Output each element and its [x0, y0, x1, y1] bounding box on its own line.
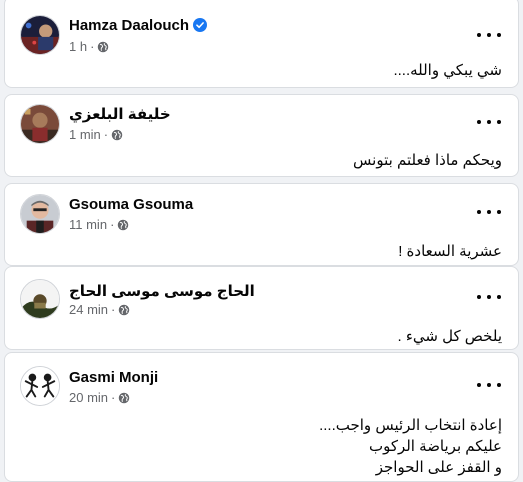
comment-author[interactable]: خليفة البلعزي — [69, 105, 171, 123]
avatar-photo — [21, 105, 59, 143]
more-options-icon[interactable] — [477, 207, 501, 217]
globe-icon — [111, 129, 123, 140]
comment-author[interactable]: الحاج موسى موسى الحاج — [69, 282, 255, 300]
more-options-icon[interactable] — [477, 117, 501, 127]
comment-card: خليفة البلعزي 1 min · ويحكم ماذا فعلتم ب… — [4, 94, 519, 177]
comment-author[interactable]: Gsouma Gsouma — [69, 196, 193, 213]
more-options-icon[interactable] — [477, 380, 501, 390]
more-options-icon[interactable] — [477, 292, 501, 302]
globe-icon — [98, 41, 109, 52]
verified-badge-icon — [193, 18, 208, 32]
comment-meta: 20 min · — [69, 390, 130, 405]
comment-meta: 24 min · — [69, 302, 130, 317]
comment-meta: 1 h · — [69, 39, 109, 54]
avatar[interactable] — [20, 366, 60, 406]
timestamp[interactable]: 11 min — [69, 217, 107, 232]
comment-card: Gsouma Gsouma 11 min · عشرية السعادة ! — [4, 183, 519, 266]
comment-meta: 1 min · — [69, 127, 123, 142]
comment-text: ويحكم ماذا فعلتم بتونس — [353, 152, 502, 169]
avatar-photo — [21, 280, 59, 318]
avatar-photo — [21, 195, 59, 233]
avatar[interactable] — [20, 279, 60, 319]
avatar[interactable] — [20, 194, 60, 234]
avatar-photo — [21, 16, 59, 54]
more-options-icon[interactable] — [477, 30, 501, 40]
meta-separator: · — [103, 127, 109, 142]
comment-author[interactable]: Hamza Daalouch — [69, 17, 208, 34]
comment-meta: 11 min · — [69, 217, 129, 232]
comment-card: الحاج موسى موسى الحاج 24 min · يلخص كل ش… — [4, 266, 519, 350]
avatar[interactable] — [20, 104, 60, 144]
comment-text: إعادة انتخاب الرئيس واجب.... عليكم برياض… — [319, 417, 502, 476]
timestamp[interactable]: 1 h — [69, 39, 87, 54]
comment-text: عشرية السعادة ! — [398, 243, 502, 260]
comment-text: شي يبكي والله.... — [393, 62, 502, 79]
comment-card: Gasmi Monji 20 min · إعادة انتخاب الرئيس… — [4, 352, 519, 482]
timestamp[interactable]: 20 min — [69, 390, 108, 405]
timestamp[interactable]: 1 min — [69, 127, 101, 142]
globe-icon — [118, 219, 129, 230]
meta-separator: · — [90, 39, 95, 54]
meta-separator: · — [110, 217, 115, 232]
meta-separator: · — [111, 390, 116, 405]
author-name[interactable]: Hamza Daalouch — [69, 17, 189, 34]
globe-icon — [119, 392, 130, 403]
globe-icon — [119, 304, 130, 315]
timestamp[interactable]: 24 min — [69, 302, 108, 317]
meta-separator: · — [111, 302, 116, 317]
comment-text: يلخص كل شيء . — [397, 328, 503, 345]
comment-card: Hamza Daalouch 1 h · شي يبكي والله.... — [4, 0, 519, 88]
comment-author[interactable]: Gasmi Monji — [69, 369, 158, 386]
avatar-photo — [21, 367, 59, 405]
avatar[interactable] — [20, 15, 60, 55]
